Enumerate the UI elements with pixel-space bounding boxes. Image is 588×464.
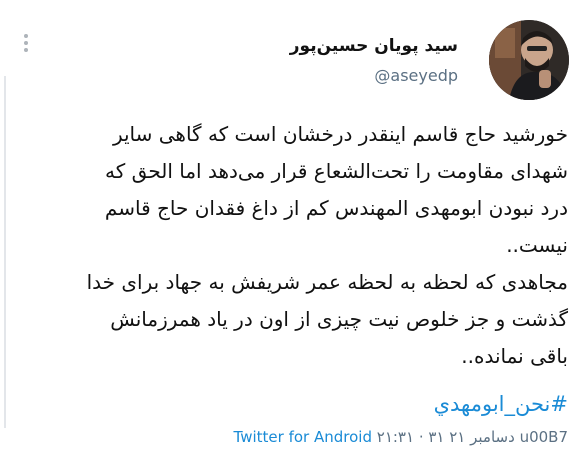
hashtag-link[interactable]: #نحن_ابومهدي [434, 392, 568, 416]
tweet-body: خورشید حاج قاسم اینقدر درخشان است که گاه… [16, 116, 568, 375]
tweet-line: شهدای مقاومت را تحت‌الشعاع قرار می‌دهد ا… [105, 159, 568, 183]
tweet-card: سید پویان حسین‌پور @aseyedp خورشید حاج ق… [0, 0, 588, 464]
client-link[interactable]: Twitter for Android [234, 428, 372, 446]
tweet-line: خورشید حاج قاسم اینقدر درخشان است که گاه… [112, 122, 568, 146]
author-handle[interactable]: @aseyedp [374, 66, 458, 85]
tweet-timestamp: ۲۱:۳۱ · ۳۱ دسامبر ۲۱ u00B7 [376, 428, 568, 446]
tweet-line: درد نبودن ابومهدی المهندس کم از داغ فقدا… [104, 196, 568, 220]
author-display-name[interactable]: سید پویان حسین‌پور [290, 36, 458, 56]
avatar-photo [489, 20, 569, 100]
tweet-line: گذشت و جز خلوص نیت چیزی از اون در یاد هم… [110, 307, 568, 331]
more-vertical-icon[interactable] [22, 34, 30, 56]
left-divider [4, 76, 6, 428]
tweet-meta: Twitter for Android ۲۱:۳۱ · ۳۱ دسامبر ۲۱… [234, 428, 568, 446]
tweet-line: باقی نمانده.. [461, 344, 568, 368]
tweet-line: نیست.. [506, 233, 568, 257]
tweet-line: مجاهدی که لحظه به لحظه عمر شریفش به جهاد… [86, 270, 568, 294]
avatar[interactable] [489, 20, 569, 100]
